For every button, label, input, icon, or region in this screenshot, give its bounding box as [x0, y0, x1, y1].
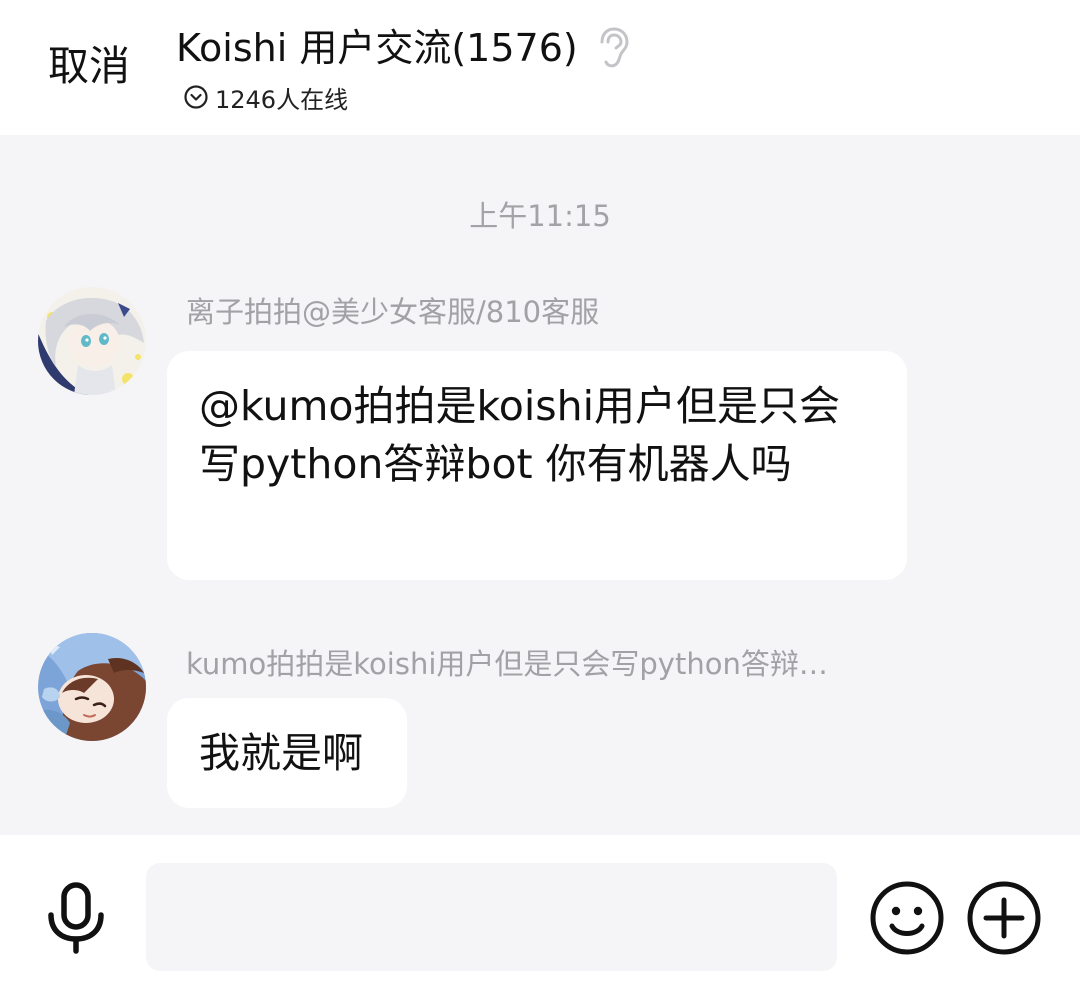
message-bubble[interactable]: 我就是啊: [167, 698, 407, 808]
message-list[interactable]: 上午11:15 离子拍拍@美少女客服/810客服 @kumo拍拍是koishi用…: [0, 135, 1080, 835]
online-status[interactable]: 1246人在线: [183, 80, 348, 114]
emoji-icon[interactable]: [869, 880, 945, 956]
message-bubble[interactable]: @kumo拍拍是koishi用户但是只会写python答辩bot 你有机器人吗: [167, 351, 907, 580]
title-row: Koishi 用户交流(1576): [176, 22, 630, 74]
cancel-button[interactable]: 取消: [48, 40, 130, 92]
ear-icon[interactable]: [596, 27, 630, 69]
message-timestamp: 上午11:15: [469, 199, 611, 233]
sender-name[interactable]: kumo拍拍是koishi用户但是只会写python答辩…: [186, 641, 828, 683]
message-input[interactable]: [146, 863, 837, 971]
microphone-icon[interactable]: [44, 881, 108, 955]
chat-header: 取消 Koishi 用户交流(1576) 1246人在线: [0, 0, 1080, 135]
group-title[interactable]: Koishi 用户交流(1576): [176, 22, 578, 74]
plus-icon[interactable]: [966, 880, 1042, 956]
online-count: 1246人在线: [215, 85, 349, 114]
avatar[interactable]: [38, 633, 146, 741]
input-bar: [0, 835, 1080, 998]
sender-name[interactable]: 离子拍拍@美少女客服/810客服: [186, 289, 599, 331]
avatar[interactable]: [38, 287, 146, 395]
chevron-down-circle-icon: [183, 84, 209, 110]
